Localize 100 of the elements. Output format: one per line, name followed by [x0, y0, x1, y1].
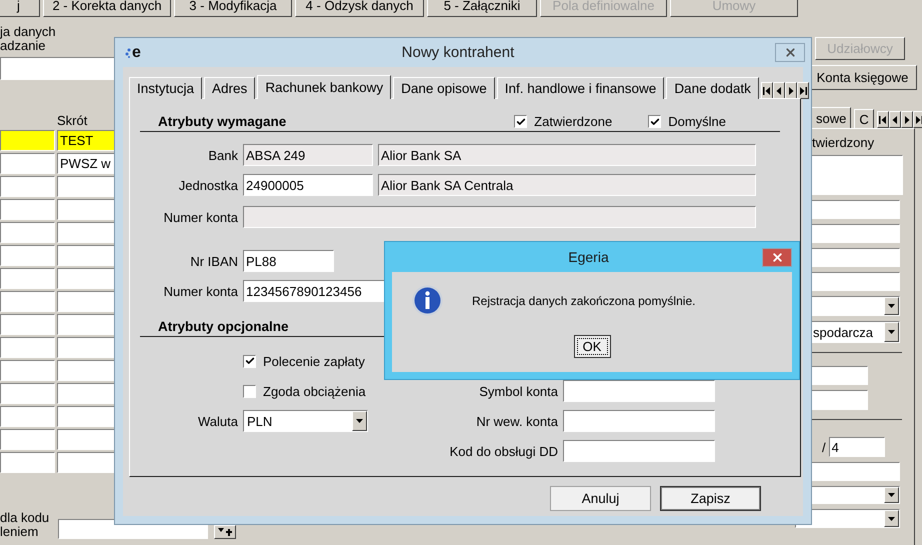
text-field[interactable]: Alior Bank SA	[378, 144, 756, 166]
table-cell	[57, 314, 117, 335]
close-button[interactable]	[775, 43, 805, 62]
text-field[interactable]	[563, 380, 715, 402]
check-icon	[516, 116, 526, 126]
table-cell	[57, 268, 117, 289]
tab-scroll-button[interactable]	[796, 82, 809, 99]
checkbox[interactable]	[514, 115, 528, 128]
table-cell: TEST	[57, 130, 117, 151]
dialog-button[interactable]: Anuluj	[550, 486, 651, 511]
section-title: Atrybuty wymagane	[158, 114, 288, 129]
toolbar-button[interactable]: 5 - Załączniki	[427, 0, 537, 17]
dropdown[interactable]: PLN	[243, 410, 368, 432]
table-cell	[57, 199, 117, 220]
field-label: leniem	[0, 525, 38, 539]
tab-scroll-button[interactable]	[760, 82, 773, 99]
toolbar-button[interactable]: 3 - Modyfikacja	[174, 0, 292, 17]
tab[interactable]: Instytucja	[129, 77, 202, 99]
table-cell	[0, 245, 55, 266]
checkbox[interactable]	[648, 115, 662, 128]
toolbar-button[interactable]: j	[0, 0, 40, 17]
field-label: Jednostka	[178, 178, 238, 192]
checkbox-label: Domyślne	[668, 114, 726, 129]
tab-scroll-button[interactable]	[900, 111, 913, 128]
field-label: Nr wew. konta	[475, 414, 559, 428]
tab[interactable]: Inf. handlowe i finansowe	[496, 77, 664, 99]
tab[interactable]: Adres	[204, 77, 256, 99]
dropdown-arrow-button[interactable]	[884, 487, 899, 503]
column-header: Skrót	[57, 113, 88, 129]
field-label: Numer konta	[162, 284, 238, 298]
skip-back-icon	[762, 86, 771, 94]
table-cell	[0, 291, 55, 312]
table-cell	[0, 337, 55, 358]
text-field[interactable]: ABSA 249	[243, 144, 373, 166]
table-cell	[57, 360, 117, 381]
tab[interactable]: C	[854, 109, 874, 128]
check-icon	[650, 116, 660, 126]
caret-right-icon	[902, 116, 911, 124]
separator-label: /	[822, 440, 826, 454]
dropdown-arrow-button[interactable]	[352, 411, 367, 431]
table-cell	[57, 383, 117, 404]
group-label: adzanie	[0, 39, 46, 53]
text-field[interactable]: 24900005	[243, 174, 373, 196]
caret-left-icon	[890, 116, 899, 124]
table-cell	[0, 360, 55, 381]
table-cell	[0, 176, 55, 197]
caret-down-icon	[888, 516, 895, 520]
info-icon	[412, 285, 443, 316]
table-cell: PWSZ w	[57, 153, 117, 174]
ok-button[interactable]: OK	[574, 335, 610, 358]
table-cell	[57, 429, 117, 450]
window-title: Egeria	[567, 249, 610, 265]
tab[interactable]: Dane opisowe	[393, 77, 495, 99]
caret-plus-icon	[218, 528, 232, 536]
skip-forward-icon	[914, 116, 922, 124]
field-label: Kod do obsługi DD	[448, 444, 559, 458]
dropdown-arrow-button[interactable]	[884, 297, 899, 315]
field-label: Numer konta	[162, 210, 238, 224]
checkbox[interactable]	[243, 354, 256, 368]
group-label: ja danych	[0, 25, 56, 39]
field-label: dla kodu	[0, 511, 50, 525]
table-cell	[0, 383, 55, 404]
dropdown-arrow-button[interactable]	[884, 322, 899, 342]
checkbox-label: Zatwierdzone	[534, 114, 612, 129]
table-cell	[57, 245, 117, 266]
table-cell	[0, 268, 55, 289]
lookup-button[interactable]	[214, 525, 236, 539]
table-cell	[57, 406, 117, 427]
caret-down-icon	[356, 419, 363, 423]
dropdown-arrow-button[interactable]	[884, 510, 899, 527]
text-field[interactable]: Alior Bank SA Centrala	[378, 174, 756, 196]
text-field[interactable]	[243, 206, 756, 228]
dialog-button[interactable]: Zapisz	[660, 486, 761, 511]
field-label: Waluta	[197, 414, 239, 428]
table-cell	[57, 222, 117, 243]
text-field[interactable]	[563, 440, 715, 462]
close-button[interactable]	[762, 248, 792, 266]
field-label: Bank	[207, 148, 238, 162]
tab[interactable]: Rachunek bankowy	[257, 75, 392, 99]
table-cell	[57, 337, 117, 358]
number-field[interactable]: 4	[828, 437, 885, 457]
caret-left-icon	[774, 86, 783, 94]
table-cell	[57, 176, 117, 197]
toolbar-button[interactable]: 2 - Korekta danych	[43, 0, 171, 17]
table-cell	[0, 452, 55, 473]
message-text: Rejstracja danych zakończona pomyślnie.	[472, 294, 696, 308]
window-title: Nowy kontrahent	[400, 44, 516, 61]
tab[interactable]: Dane dodatk	[666, 77, 759, 99]
text-field[interactable]	[563, 410, 715, 432]
tab-scroll-button[interactable]	[876, 111, 889, 128]
text-field[interactable]: PL88	[243, 250, 334, 272]
toolbar-button[interactable]: 4 - Odzysk danych	[295, 0, 424, 17]
tab-scroll-button[interactable]	[888, 111, 901, 128]
checkbox[interactable]	[243, 384, 256, 398]
close-icon	[784, 46, 796, 59]
text-field[interactable]: 1234567890123456	[243, 280, 386, 302]
caret-down-icon	[888, 493, 895, 497]
field-label: Symbol konta	[478, 384, 559, 398]
skip-forward-icon	[798, 86, 807, 94]
close-icon	[770, 250, 784, 264]
